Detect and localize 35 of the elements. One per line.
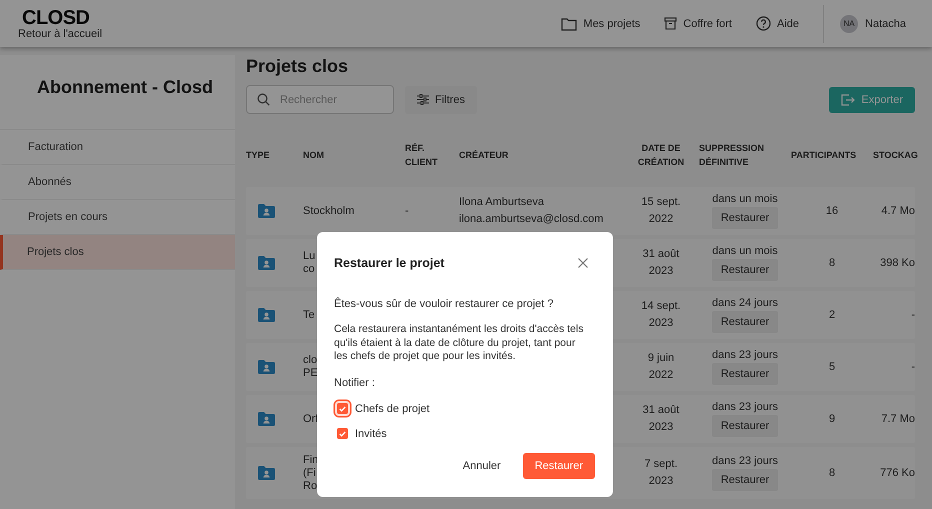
table-cell-text: -	[405, 205, 410, 217]
table-cell: clo PE	[303, 354, 318, 380]
table-cell-text: Ilona Amburtseva ilona.amburtseva@closd.com	[459, 195, 604, 227]
table-cell: Stockholm	[303, 204, 354, 218]
deletion-delay: dans un mois	[712, 193, 778, 205]
deletion-delay: dans 24 jours	[712, 297, 778, 309]
deletion-delay: dans 23 jours	[712, 401, 778, 413]
table-cell-text: 4.7 Mo	[880, 205, 915, 217]
dialog-title: Restaurer le projet	[334, 256, 444, 270]
deletion-delay: dans un mois	[712, 245, 778, 257]
table-cell-text: 15 sept. 2022	[640, 195, 682, 227]
table-cell-text: 2	[828, 309, 836, 321]
table-cell-text: 9	[828, 413, 836, 425]
dialog-message: Cela restaurera instantanément les droits d'accès tels qu'ils étaient à la date de clôture du projet, tant pour les chefs de projet que pour les invités.	[334, 323, 584, 364]
table-cell-text: -	[910, 309, 915, 321]
dialog-question: Êtes-vous sûr de vouloir restaurer ce projet ?	[334, 298, 554, 310]
page-title: Projets clos	[246, 56, 350, 77]
notify-label: Notifier :	[334, 376, 376, 388]
table-cell-text: -	[910, 361, 915, 373]
table-cell-text: 7 sept. 2023	[643, 457, 679, 489]
table-cell-text: 398 Ko	[879, 257, 915, 269]
table-cell-text: 16	[824, 205, 840, 217]
table-cell-text: 8	[828, 467, 836, 479]
table-cell-text: 31 août 2023	[642, 403, 680, 435]
table-cell-text: 7.7 Mo	[880, 413, 915, 425]
table-cell-text: 8	[828, 257, 836, 269]
deletion-delay: dans 23 jours	[712, 349, 778, 361]
table-cell: Lu co	[303, 250, 316, 276]
table-cell-text: 5	[828, 361, 836, 373]
deletion-delay: dans 23 jours	[712, 455, 778, 467]
table-cell-text: 9 juin 2022	[646, 351, 676, 383]
table-cell: Te	[303, 308, 315, 322]
table-cell-text: 31 août 2023	[642, 247, 680, 279]
table-cell-text: 14 sept. 2023	[640, 299, 682, 331]
table-cell-text: 776 Ko	[879, 467, 915, 479]
